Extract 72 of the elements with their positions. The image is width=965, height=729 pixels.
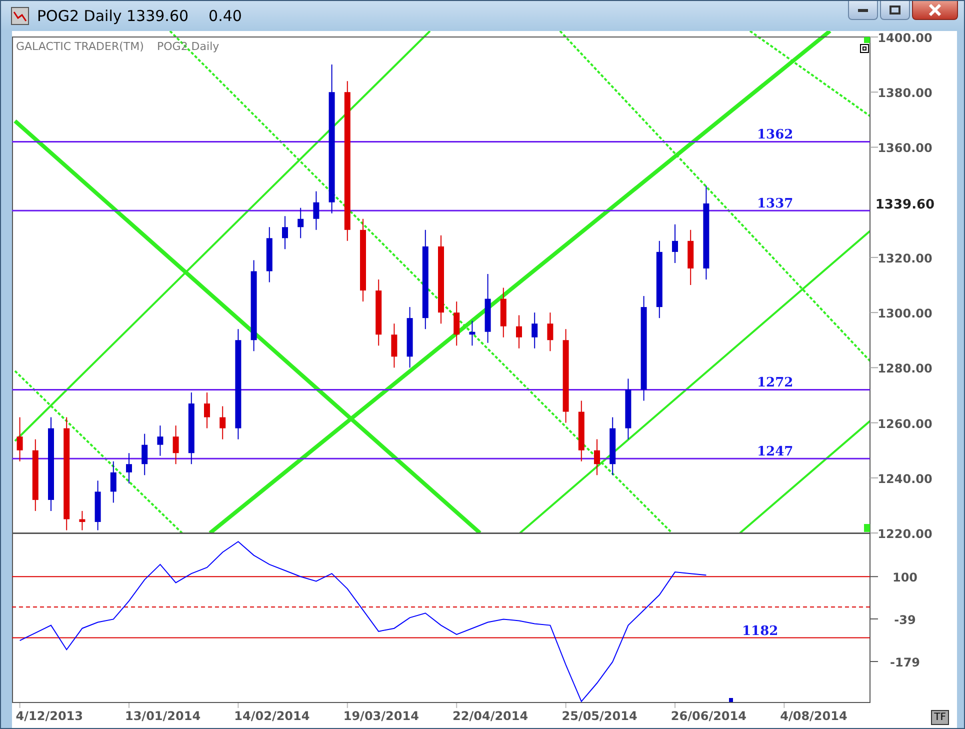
close-icon — [928, 4, 942, 16]
candlestick — [625, 378, 632, 440]
candlestick — [484, 273, 491, 344]
candlestick — [298, 207, 304, 239]
price-axis-label: 1300.00 — [878, 306, 932, 321]
candlestick — [313, 190, 320, 230]
date-axis-label: 25/05/2014 — [562, 709, 638, 723]
level-label: 1337 — [757, 196, 794, 212]
candlestick — [688, 229, 694, 286]
candlestick — [94, 480, 101, 531]
close-button[interactable] — [912, 1, 958, 20]
price-axis-label: 1360.00 — [878, 141, 932, 156]
chart-icon — [11, 7, 29, 25]
window-title: POG2 Daily 1339.60 — [37, 7, 189, 25]
date-axis-label: 19/03/2014 — [343, 709, 419, 723]
position-marker — [729, 698, 733, 702]
candlestick — [220, 406, 226, 440]
annotation-label: 1182 — [742, 624, 778, 639]
candlestick — [391, 323, 398, 368]
price-axis-label: 1320.00 — [878, 251, 932, 266]
indicator-axis-label: -39 — [894, 612, 916, 627]
candlestick — [16, 416, 23, 462]
candlestick — [110, 460, 116, 504]
price-axis-label: 1280.00 — [878, 362, 932, 376]
candlestick — [266, 226, 272, 283]
level-label: 1362 — [757, 128, 794, 143]
candlestick — [578, 400, 584, 462]
price-axis-label: 1220.00 — [878, 527, 932, 541]
candlestick — [142, 433, 148, 476]
price-axis-label: 1380.00 — [878, 86, 932, 100]
candlestick — [204, 392, 210, 429]
candlestick — [282, 216, 288, 250]
date-axis-label: 26/06/2014 — [670, 709, 746, 723]
candlestick — [594, 438, 600, 476]
date-axis-label: 4/08/2014 — [780, 709, 848, 723]
candlestick — [172, 425, 179, 465]
date-axis-label: 13/01/2014 — [124, 709, 201, 723]
corner-marker — [864, 524, 870, 532]
candlestick — [672, 224, 678, 264]
candlestick — [454, 301, 460, 346]
candlestick — [547, 312, 554, 352]
candlestick — [532, 312, 538, 349]
indicator-axis-label: -179 — [890, 656, 920, 670]
candlestick — [516, 314, 522, 349]
price-change: 0.40 — [208, 7, 242, 25]
minimize-button[interactable] — [848, 1, 878, 20]
indicator-axis-label: 100 — [892, 570, 918, 585]
maximize-button[interactable] — [880, 1, 910, 20]
timeframe-button[interactable]: TF — [931, 710, 949, 725]
current-price-label: 1339.60 — [875, 197, 935, 212]
candlestick — [500, 287, 506, 338]
level-label: 1272 — [757, 376, 794, 391]
chart-title: POG2 Daily — [157, 40, 220, 53]
candlestick — [157, 425, 164, 456]
level-label: 1247 — [757, 444, 794, 460]
panel-toggle-icon[interactable] — [860, 44, 869, 53]
date-axis-label: 4/12/2013 — [16, 709, 84, 723]
candlestick — [376, 279, 382, 346]
price-axis-label: 1260.00 — [878, 416, 932, 431]
brand-label: GALACTIC TRADER(TM) — [16, 40, 144, 53]
candlestick — [406, 306, 413, 368]
minimize-icon — [857, 6, 869, 14]
price-axis-label: 1240.00 — [878, 472, 932, 486]
corner-marker — [864, 37, 870, 43]
candlestick — [126, 452, 132, 484]
date-axis-label: 14/02/2014 — [234, 709, 310, 723]
candlestick — [79, 510, 86, 531]
restore-icon — [889, 5, 901, 15]
candlestick — [610, 416, 616, 476]
candlestick — [469, 320, 476, 346]
price-axis-label: 1400.00 — [878, 31, 932, 45]
date-axis-label: 22/04/2014 — [452, 709, 528, 723]
